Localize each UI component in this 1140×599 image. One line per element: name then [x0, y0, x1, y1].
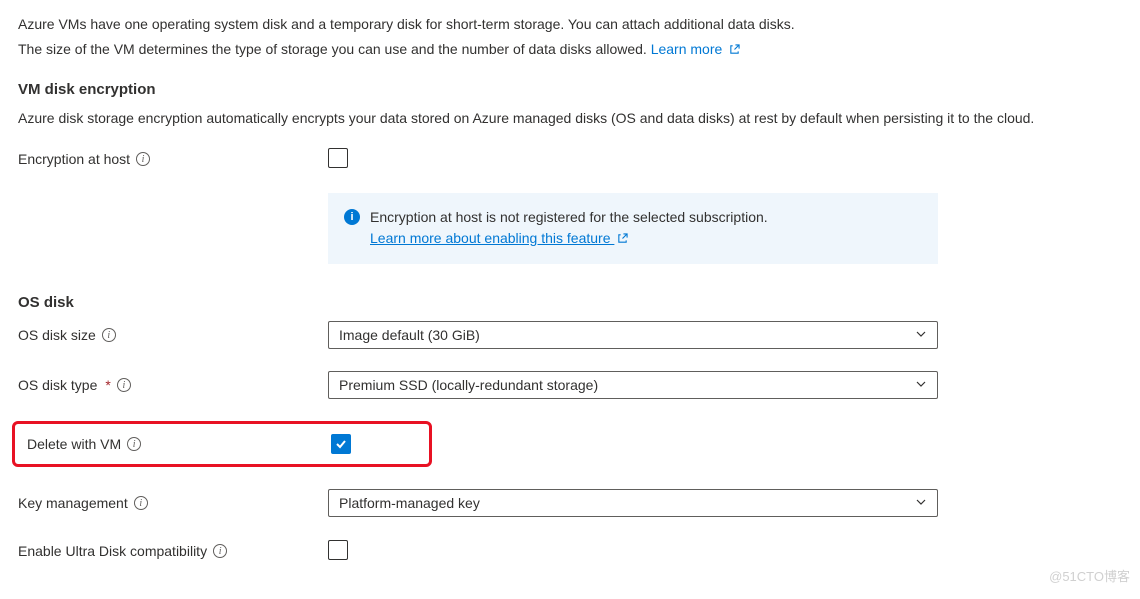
ultra-disk-checkbox[interactable] [328, 540, 348, 560]
chevron-down-icon [915, 495, 927, 511]
info-icon[interactable]: i [127, 437, 141, 451]
intro-line2-text: The size of the VM determines the type o… [18, 41, 647, 57]
learn-more-link[interactable]: Learn more [651, 41, 740, 57]
os-disk-type-value: Premium SSD (locally-redundant storage) [339, 377, 598, 393]
learn-more-label: Learn more [651, 41, 723, 57]
banner-message: Encryption at host is not registered for… [370, 207, 768, 228]
intro-text-1: Azure VMs have one operating system disk… [18, 14, 1122, 35]
os-disk-type-row: OS disk type * i Premium SSD (locally-re… [18, 371, 1122, 399]
banner-learn-more-link[interactable]: Learn more about enabling this feature [370, 230, 628, 246]
ultra-disk-row: Enable Ultra Disk compatibility i [18, 539, 1122, 563]
key-management-row: Key management i Platform-managed key [18, 489, 1122, 517]
intro-text-2: The size of the VM determines the type o… [18, 39, 1122, 61]
encryption-at-host-label: Encryption at host [18, 151, 130, 167]
encryption-at-host-row: Encryption at host i [18, 147, 1122, 171]
os-disk-heading: OS disk [18, 294, 1122, 311]
info-icon[interactable]: i [102, 328, 116, 342]
external-link-icon [729, 40, 740, 61]
encryption-info-banner: i Encryption at host is not registered f… [328, 193, 938, 264]
chevron-down-icon [915, 327, 927, 343]
info-icon[interactable]: i [134, 496, 148, 510]
delete-with-vm-highlight: Delete with VM i [12, 421, 432, 467]
external-link-icon [617, 229, 628, 250]
required-indicator: * [105, 377, 110, 393]
info-icon[interactable]: i [117, 378, 131, 392]
info-icon[interactable]: i [213, 544, 227, 558]
watermark-text: @51CTO博客 [1049, 566, 1130, 585]
encryption-description: Azure disk storage encryption automatica… [18, 108, 1122, 129]
delete-with-vm-label: Delete with VM [27, 436, 121, 452]
key-management-label: Key management [18, 495, 128, 511]
os-disk-type-dropdown[interactable]: Premium SSD (locally-redundant storage) [328, 371, 938, 399]
ultra-disk-label: Enable Ultra Disk compatibility [18, 543, 207, 559]
delete-with-vm-checkbox[interactable] [331, 434, 351, 454]
os-disk-type-label: OS disk type [18, 377, 97, 393]
encryption-heading: VM disk encryption [18, 81, 1122, 98]
os-disk-size-label: OS disk size [18, 327, 96, 343]
banner-link-label: Learn more about enabling this feature [370, 230, 611, 246]
key-management-dropdown[interactable]: Platform-managed key [328, 489, 938, 517]
chevron-down-icon [915, 377, 927, 393]
encryption-at-host-checkbox[interactable] [328, 148, 348, 168]
key-management-value: Platform-managed key [339, 495, 480, 511]
os-disk-size-value: Image default (30 GiB) [339, 327, 480, 343]
os-disk-size-dropdown[interactable]: Image default (30 GiB) [328, 321, 938, 349]
info-banner-icon: i [344, 209, 360, 225]
os-disk-size-row: OS disk size i Image default (30 GiB) [18, 321, 1122, 349]
info-icon[interactable]: i [136, 152, 150, 166]
